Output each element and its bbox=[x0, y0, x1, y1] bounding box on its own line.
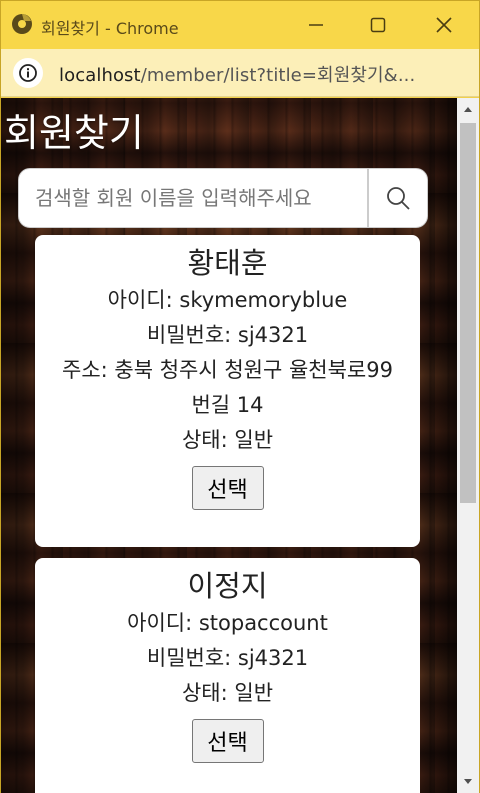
vertical-scrollbar[interactable] bbox=[457, 98, 479, 793]
select-button[interactable]: 선택 bbox=[191, 466, 264, 510]
close-icon bbox=[436, 17, 452, 33]
scroll-down-button[interactable] bbox=[457, 771, 479, 793]
close-button[interactable] bbox=[411, 1, 477, 49]
scroll-thumb[interactable] bbox=[460, 123, 476, 503]
browser-window: 회원찾기 - Chrome localhost/member/list?titl… bbox=[0, 0, 480, 793]
member-id: 아이디: skymemoryblue bbox=[107, 288, 348, 312]
url-path: /member/list?title=회원찾기&... bbox=[140, 65, 416, 86]
member-password: 비밀번호: sj4321 bbox=[146, 323, 309, 347]
search-input[interactable] bbox=[18, 168, 368, 228]
title-bar: 회원찾기 - Chrome bbox=[1, 1, 479, 49]
member-name: 황태훈 bbox=[187, 246, 268, 280]
url-text[interactable]: localhost/member/list?title=회원찾기&... bbox=[59, 61, 415, 87]
info-icon[interactable] bbox=[13, 58, 43, 88]
window-title: 회원찾기 - Chrome bbox=[41, 19, 179, 38]
search-button[interactable] bbox=[368, 168, 428, 228]
caret-down-icon bbox=[464, 779, 472, 784]
member-password: 비밀번호: sj4321 bbox=[146, 646, 309, 670]
page-title: 회원찾기 bbox=[4, 111, 144, 155]
member-status: 상태: 일반 bbox=[181, 428, 274, 452]
caret-up-icon bbox=[464, 107, 472, 112]
minimize-icon bbox=[309, 24, 323, 26]
member-card: 이정지 아이디: stopaccount 비밀번호: sj4321 상태: 일반… bbox=[35, 558, 420, 793]
search-bar bbox=[18, 168, 428, 228]
member-card: 황태훈 아이디: skymemoryblue 비밀번호: sj4321 주소: … bbox=[35, 235, 420, 547]
address-bar[interactable]: localhost/member/list?title=회원찾기&... bbox=[1, 49, 479, 97]
member-id: 아이디: stopaccount bbox=[127, 611, 328, 635]
select-button[interactable]: 선택 bbox=[191, 719, 264, 763]
url-host: localhost bbox=[59, 65, 141, 86]
maximize-button[interactable] bbox=[345, 1, 411, 49]
minimize-button[interactable] bbox=[283, 1, 349, 49]
maximize-icon bbox=[370, 17, 386, 33]
scroll-up-button[interactable] bbox=[457, 98, 479, 120]
member-name: 이정지 bbox=[187, 569, 268, 603]
member-address: 주소: 충북 청주시 청원구 율천북로99번길 14 bbox=[62, 358, 393, 417]
chrome-logo-icon bbox=[12, 14, 32, 34]
search-icon bbox=[387, 187, 410, 210]
page-viewport: 회원찾기 황태훈 아이디: skymemoryblue 비밀번호: sj4321… bbox=[1, 98, 479, 793]
member-status: 상태: 일반 bbox=[181, 681, 274, 705]
